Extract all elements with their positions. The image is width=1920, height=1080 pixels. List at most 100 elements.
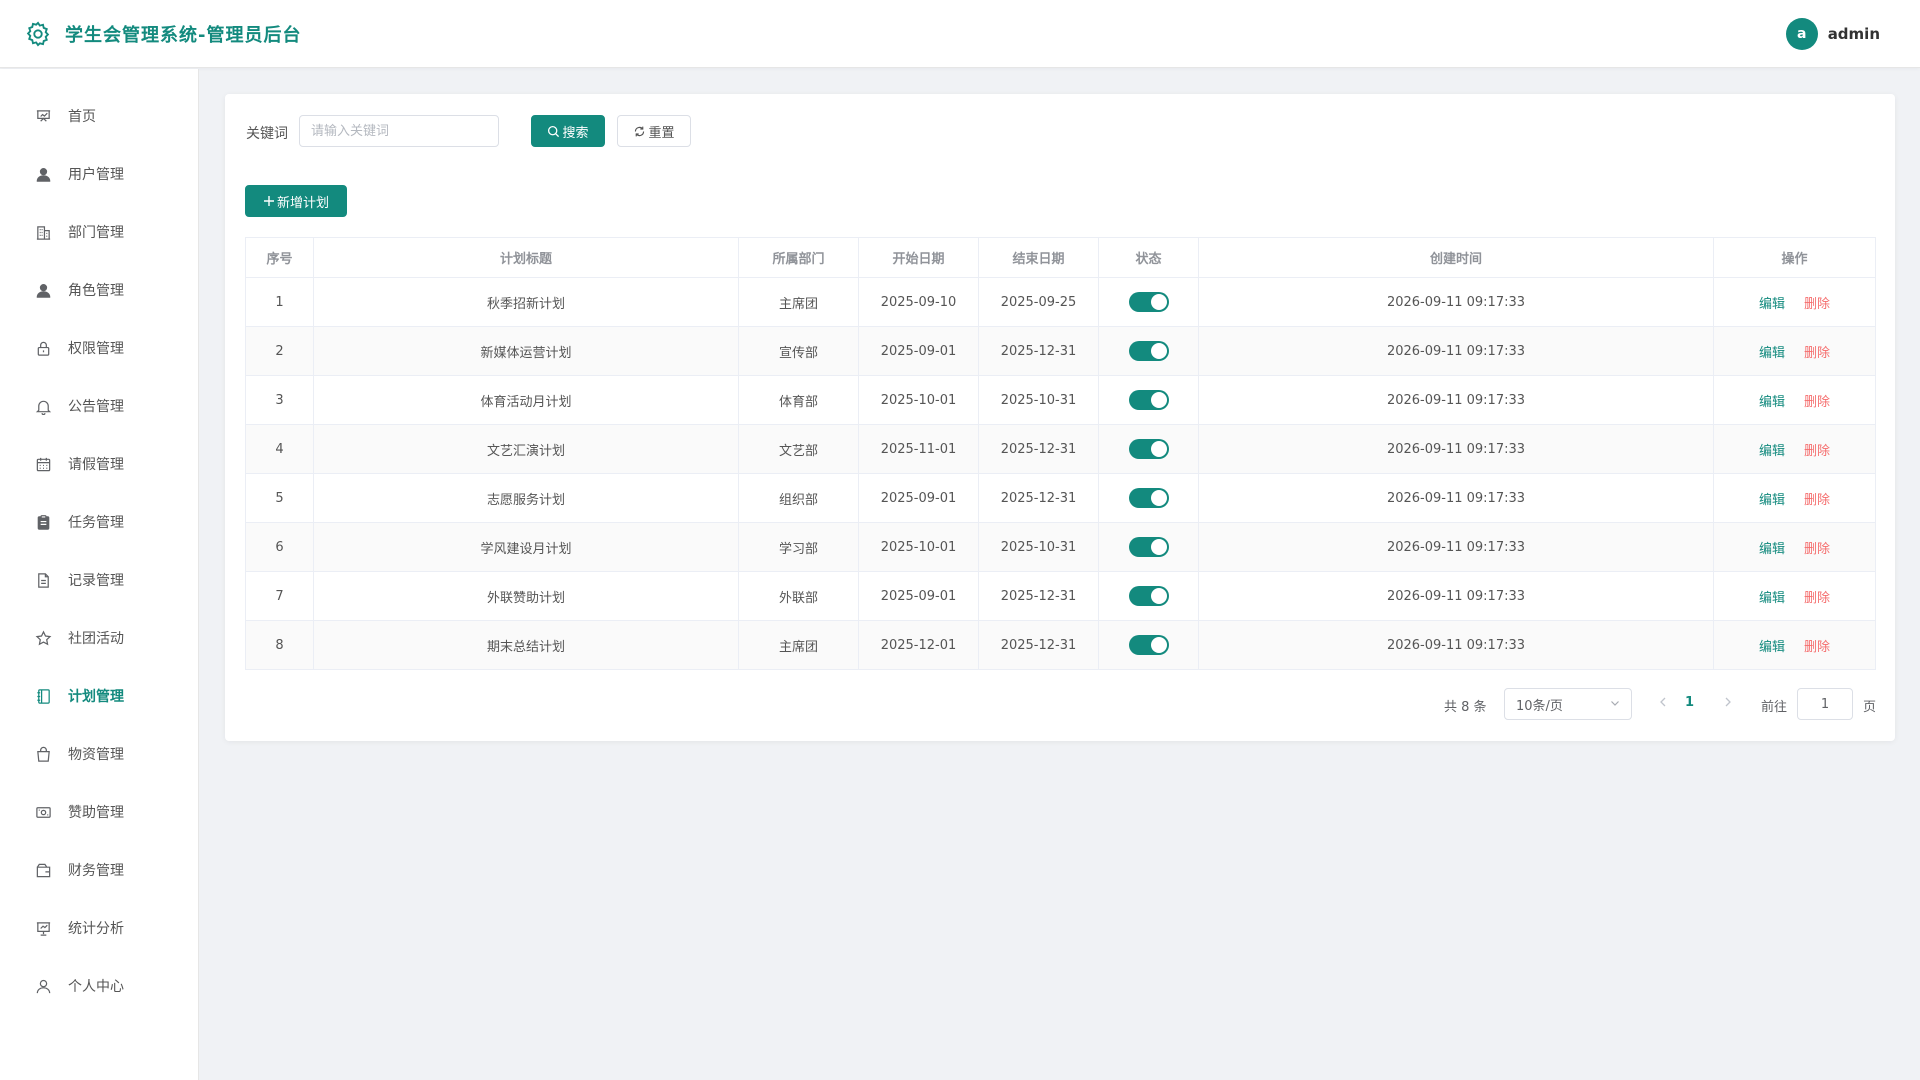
status-toggle[interactable] — [1128, 488, 1169, 508]
sidebar-item-8[interactable]: 记录管理 — [0, 557, 199, 603]
cell-start-date: 2025-09-01 — [858, 326, 979, 376]
cell-actions: 编辑 删除 — [1713, 375, 1876, 425]
avatar-icon — [34, 281, 52, 299]
delete-button[interactable]: 删除 — [1804, 493, 1830, 508]
status-toggle[interactable] — [1128, 390, 1169, 410]
status-toggle[interactable] — [1128, 537, 1169, 557]
edit-button[interactable]: 编辑 — [1759, 444, 1785, 459]
edit-button[interactable]: 编辑 — [1759, 346, 1785, 361]
sidebar-item-2[interactable]: 部门管理 — [0, 209, 199, 255]
edit-button[interactable]: 编辑 — [1759, 395, 1785, 410]
status-toggle[interactable] — [1128, 341, 1169, 361]
cell-title: 体育活动月计划 — [313, 375, 739, 425]
sidebar-item-14[interactable]: 统计分析 — [0, 905, 199, 951]
cell-index: 7 — [245, 571, 314, 621]
sidebar-item-label: 部门管理 — [68, 225, 124, 241]
sidebar-item-12[interactable]: 赞助管理 — [0, 789, 199, 835]
sidebar-item-1[interactable]: 用户管理 — [0, 151, 199, 197]
add-plan-button[interactable]: 新增计划 — [245, 185, 347, 217]
cell-index: 3 — [245, 375, 314, 425]
search-button-label: 搜索 — [562, 125, 589, 141]
top-header: 学生会管理系统-管理员后台 a admin — [0, 0, 1920, 68]
keyword-input[interactable] — [299, 115, 499, 147]
cell-end-date: 2025-12-31 — [978, 473, 1099, 523]
calendar-icon — [34, 455, 52, 473]
toggle-knob — [1150, 637, 1167, 653]
sidebar-item-9[interactable]: 社团活动 — [0, 615, 199, 661]
cell-start-date: 2025-09-10 — [858, 277, 979, 327]
edit-button[interactable]: 编辑 — [1759, 542, 1785, 557]
sidebar-item-4[interactable]: 权限管理 — [0, 325, 199, 371]
cell-index: 2 — [245, 326, 314, 376]
delete-button[interactable]: 删除 — [1804, 640, 1830, 655]
delete-button[interactable]: 删除 — [1804, 346, 1830, 361]
sidebar-item-label: 社团活动 — [68, 631, 124, 647]
status-toggle[interactable] — [1128, 292, 1169, 312]
toggle-knob — [1150, 441, 1167, 457]
status-toggle[interactable] — [1128, 635, 1169, 655]
delete-button[interactable]: 删除 — [1804, 591, 1830, 606]
sidebar-item-3[interactable]: 角色管理 — [0, 267, 199, 313]
reset-button[interactable]: 重置 — [617, 115, 691, 147]
edit-button[interactable]: 编辑 — [1759, 640, 1785, 655]
sidebar-item-label: 请假管理 — [68, 457, 124, 473]
plan-table: 序号 计划标题 所属部门 开始日期 结束日期 状态 创建时间 操作 1 秋季招新计划 主席团 202… — [245, 237, 1876, 670]
cell-created-time: 2026-09-11 09:17:33 — [1198, 473, 1714, 523]
edit-button[interactable]: 编辑 — [1759, 297, 1785, 312]
toggle-knob — [1150, 343, 1167, 359]
lock-icon — [34, 339, 52, 357]
keyword-label: 关键词 — [246, 126, 288, 142]
prev-page-button[interactable] — [1658, 696, 1668, 712]
table-header-row: 序号 计划标题 所属部门 开始日期 结束日期 状态 创建时间 操作 — [245, 237, 1876, 278]
sidebar-item-6[interactable]: 请假管理 — [0, 441, 199, 487]
table-row: 8 期末总结计划 主席团 2025-12-01 2025-12-31 2026-09-11… — [245, 620, 1876, 670]
brand: 学生会管理系统-管理员后台 — [24, 20, 301, 48]
sidebar-item-label: 赞助管理 — [68, 805, 124, 821]
goto-page-input[interactable] — [1797, 688, 1853, 720]
cell-actions: 编辑 删除 — [1713, 424, 1876, 474]
sidebar-item-10[interactable]: 计划管理 — [0, 673, 199, 719]
page-size-value: 10条/页 — [1516, 698, 1563, 714]
sidebar-item-7[interactable]: 任务管理 — [0, 499, 199, 545]
total-count: 共 8 条 — [1444, 700, 1487, 715]
gear-icon — [24, 20, 52, 48]
status-toggle[interactable] — [1128, 439, 1169, 459]
username: admin — [1827, 25, 1880, 43]
cell-actions: 编辑 删除 — [1713, 522, 1876, 572]
cell-index: 6 — [245, 522, 314, 572]
edit-button[interactable]: 编辑 — [1759, 493, 1785, 508]
search-icon — [547, 125, 560, 138]
cell-status — [1098, 620, 1199, 670]
sidebar-item-15[interactable]: 个人中心 — [0, 963, 199, 1009]
cell-status — [1098, 522, 1199, 572]
dashboard-icon — [34, 107, 52, 125]
cell-dept: 主席团 — [738, 620, 859, 670]
table-row: 1 秋季招新计划 主席团 2025-09-10 2025-09-25 2026-09-11… — [245, 277, 1876, 327]
delete-button[interactable]: 删除 — [1804, 542, 1830, 557]
user-menu[interactable]: a admin — [1785, 18, 1880, 50]
sidebar-item-11[interactable]: 物资管理 — [0, 731, 199, 777]
chevron-right-icon — [1723, 696, 1733, 712]
page-number-current[interactable]: 1 — [1685, 695, 1694, 710]
search-button[interactable]: 搜索 — [531, 115, 605, 147]
sidebar-item-label: 财务管理 — [68, 863, 124, 879]
cell-end-date: 2025-12-31 — [978, 326, 1099, 376]
cell-dept: 外联部 — [738, 571, 859, 621]
delete-button[interactable]: 删除 — [1804, 297, 1830, 312]
delete-button[interactable]: 删除 — [1804, 444, 1830, 459]
cell-end-date: 2025-10-31 — [978, 375, 1099, 425]
cell-actions: 编辑 删除 — [1713, 326, 1876, 376]
delete-button[interactable]: 删除 — [1804, 395, 1830, 410]
sidebar-item-13[interactable]: 财务管理 — [0, 847, 199, 893]
cell-status — [1098, 375, 1199, 425]
next-page-button[interactable] — [1723, 696, 1733, 712]
sidebar-item-5[interactable]: 公告管理 — [0, 383, 199, 429]
edit-button[interactable]: 编辑 — [1759, 591, 1785, 606]
cell-dept: 体育部 — [738, 375, 859, 425]
avatar: a — [1785, 18, 1818, 50]
sidebar-item-0[interactable]: 首页 — [0, 93, 199, 139]
column-header-col-dept: 所属部门 — [738, 237, 859, 278]
page-size-select[interactable]: 10条/页 — [1504, 688, 1632, 720]
sidebar-item-label: 首页 — [68, 109, 96, 125]
status-toggle[interactable] — [1128, 586, 1169, 606]
